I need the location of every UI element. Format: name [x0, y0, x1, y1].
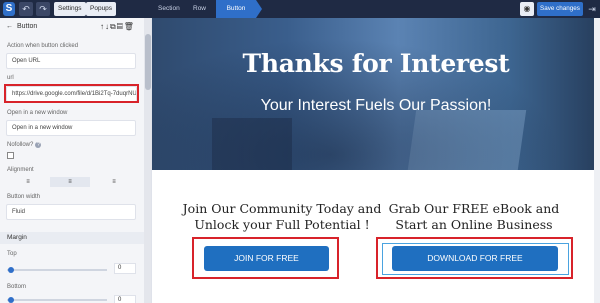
sidebar-scrollbar-thumb[interactable]: [145, 34, 151, 90]
margin-bottom-label: Bottom: [7, 284, 27, 290]
settings-sidebar: ← Button ↑↓⧉▤🗑 Action when button clicke…: [0, 18, 152, 303]
url-highlight-box: [4, 84, 139, 103]
redo-icon[interactable]: ↷: [36, 2, 50, 16]
join-heading[interactable]: Join Our Community Today and Unlock your…: [182, 201, 382, 233]
align-right-icon[interactable]: ≡: [94, 177, 134, 187]
open-in-label: Open in a new window: [7, 110, 68, 116]
sidebar-header: ← Button ↑↓⧉▤🗑: [0, 18, 144, 38]
element-tools-icons[interactable]: ↑↓⧉▤🗑: [100, 22, 135, 32]
breadcrumb-button[interactable]: Button: [216, 0, 256, 18]
sidebar-title: Button: [17, 23, 38, 30]
nofollow-label: Nofollow??: [7, 142, 42, 148]
hero-title[interactable]: Thanks for Interest: [152, 49, 600, 78]
settings-button[interactable]: Settings: [54, 2, 86, 16]
breadcrumb-section[interactable]: Section: [158, 0, 180, 18]
hero-background-overlay: [152, 18, 600, 170]
hero-subtitle[interactable]: Your Interest Fuels Our Passion!: [152, 97, 600, 115]
open-in-select[interactable]: Open in a new window: [6, 120, 136, 136]
ebook-heading[interactable]: Grab Our FREE eBook and Start an Online …: [378, 201, 570, 233]
canvas-scrollbar[interactable]: [594, 18, 600, 303]
undo-icon[interactable]: ↶: [19, 2, 33, 16]
margin-section-header[interactable]: Margin: [0, 232, 144, 244]
hero-section[interactable]: Thanks for Interest Your Interest Fuels …: [152, 18, 600, 170]
breadcrumb-arrow-icon: [256, 0, 262, 18]
download-for-free-button[interactable]: DOWNLOAD FOR FREE: [392, 246, 558, 271]
preview-eye-icon[interactable]: ◉: [520, 2, 534, 16]
page-canvas: Thanks for Interest Your Interest Fuels …: [152, 18, 600, 303]
save-changes-button[interactable]: Save changes: [537, 2, 583, 16]
align-center-icon[interactable]: ≡: [50, 177, 90, 187]
help-icon[interactable]: ?: [35, 142, 42, 148]
nofollow-checkbox[interactable]: [7, 152, 14, 159]
url-label: url: [7, 75, 14, 81]
breadcrumb-row[interactable]: Row: [193, 0, 206, 18]
join-for-free-button[interactable]: JOIN FOR FREE: [204, 246, 329, 271]
button-width-select[interactable]: Fluid: [6, 204, 136, 220]
margin-top-stepper[interactable]: 0: [114, 263, 136, 274]
top-toolbar: S ↶ ↷ Settings Popups Section Row Button…: [0, 0, 600, 18]
align-left-icon[interactable]: ≡: [8, 177, 48, 187]
back-arrow-icon[interactable]: ←: [6, 23, 13, 30]
margin-bottom-slider-knob[interactable]: [8, 297, 14, 303]
app-logo[interactable]: S: [3, 2, 15, 16]
nofollow-text: Nofollow?: [7, 142, 34, 148]
action-select[interactable]: Open URL: [6, 53, 136, 69]
margin-top-slider-knob[interactable]: [8, 267, 14, 273]
popups-button[interactable]: Popups: [86, 2, 117, 16]
action-label: Action when button clicked: [7, 43, 79, 49]
margin-bottom-slider[interactable]: [7, 299, 107, 301]
alignment-label: Alignment: [7, 167, 34, 173]
margin-bottom-stepper[interactable]: 0: [114, 295, 136, 303]
exit-icon[interactable]: ⇥: [586, 2, 598, 16]
button-width-label: Button width: [7, 194, 41, 200]
margin-top-label: Top: [7, 251, 17, 257]
margin-top-slider[interactable]: [7, 269, 107, 271]
